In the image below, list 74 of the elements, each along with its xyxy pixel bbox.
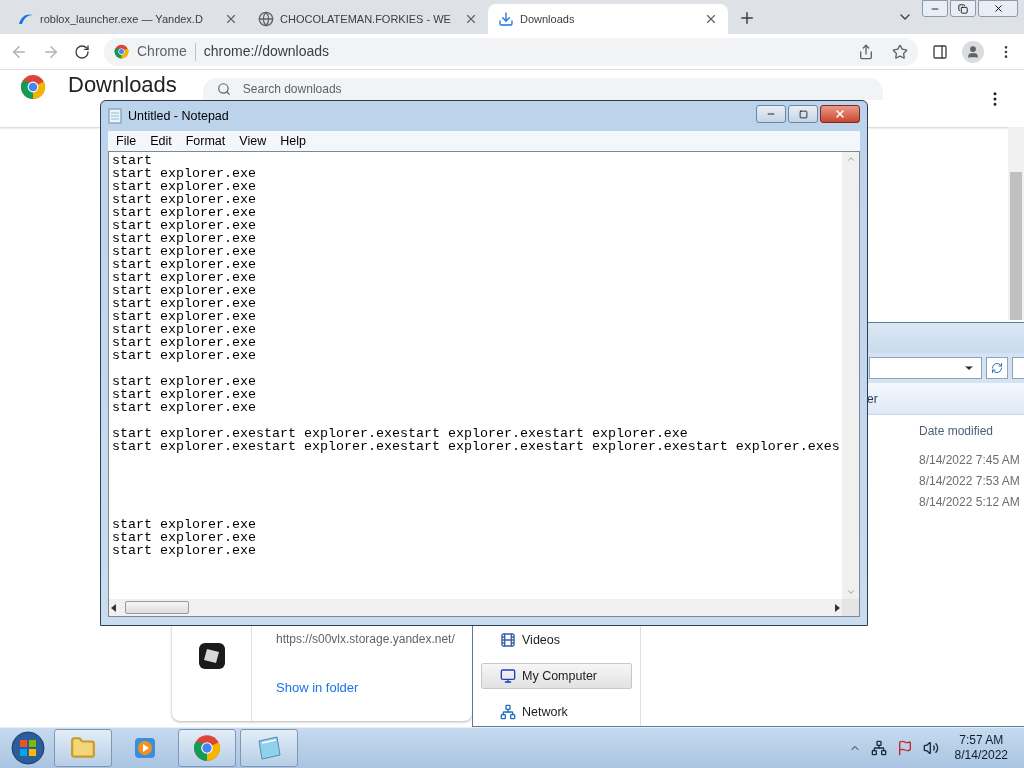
chrome-icon [193,734,221,762]
search-field[interactable]: Search downloads [202,78,883,100]
scroll-right-icon[interactable] [834,603,840,612]
windows-logo-icon [11,731,45,765]
volume-icon[interactable] [922,740,939,756]
window-title: Untitled - Notepad [128,107,229,125]
restore-icon [958,3,968,14]
flag-icon[interactable] [896,740,913,756]
menu-item[interactable]: View [233,131,273,151]
roblox-icon [198,643,225,669]
bookmark-icon[interactable] [892,43,908,60]
notepad-icon [255,735,283,761]
side-panel-icon[interactable] [932,43,948,60]
scrollbar-thumb[interactable] [125,601,189,614]
browser-tab[interactable]: CHOCOLATEMAN.FORKIES - WE [248,4,488,34]
page-title: Downloads [68,74,177,96]
address-bar[interactable]: Chrome chrome://downloads [104,37,918,66]
chrome-logo-icon [114,44,129,59]
nav-item[interactable]: Network [481,699,632,725]
taskbar-app-button[interactable] [178,729,236,767]
show-in-folder-link[interactable]: Show in folder [276,677,359,697]
browser-tab[interactable]: roblox_launcher.exe — Yandex.D [8,4,248,34]
date-cell-text: 8/14/2022 7:45 AM [919,451,1021,469]
nav-item[interactable]: My Computer [481,663,632,689]
download-icon [498,11,514,27]
nav-item[interactable]: Videos [481,627,632,653]
scrollbar-corner [842,599,859,616]
refresh-button[interactable] [985,357,1009,379]
minimize-button[interactable] [756,105,786,123]
close-icon[interactable] [704,12,718,26]
toolbar-label[interactable]: er [867,389,878,408]
browser-tab[interactable]: Downloads [488,4,728,34]
network-icon[interactable] [870,740,887,756]
refresh-icon [990,362,1003,374]
share-icon[interactable] [858,43,874,60]
menu-item[interactable]: File [110,131,143,151]
notepad-icon [108,108,122,124]
close-button[interactable] [820,105,860,123]
close-icon [834,108,846,120]
scrollbar[interactable] [1008,127,1024,320]
scroll-left-icon[interactable] [111,603,117,612]
tab-title: roblox_launcher.exe — Yandex.D [40,11,203,27]
swoosh-icon [18,13,34,25]
menu-item[interactable]: Help [274,131,312,151]
close-icon[interactable] [224,12,238,26]
date-cell-text: 8/14/2022 5:12 AM [919,493,1021,511]
restore-button[interactable] [950,0,976,17]
column-header[interactable]: Date modified [919,421,1024,441]
tab-title: CHOCOLATEMAN.FORKIES - WE [280,11,451,27]
maximize-icon [798,109,808,119]
profile-avatar[interactable] [962,40,984,63]
address-field[interactable] [869,357,982,379]
network-icon [500,704,516,720]
clock[interactable]: 7:57 AM 8/14/2022 [954,733,1008,763]
scrollbar-thumb[interactable] [1010,172,1022,320]
monitor-icon [500,668,516,684]
close-icon [992,3,1004,14]
search-icon [216,82,231,96]
close-icon[interactable] [464,12,478,26]
horizontal-scrollbar[interactable] [109,599,842,616]
new-tab-icon[interactable] [738,9,756,27]
tab-title: Downloads [520,11,575,27]
folder-icon [70,735,96,761]
download-url: https://s00vlx.storage.yandex.net/ [276,630,455,648]
menu-item[interactable]: Format [179,131,232,151]
maximize-button[interactable] [788,105,818,123]
reload-icon[interactable] [74,43,90,60]
play-icon [133,736,157,760]
menu-item[interactable]: Edit [144,131,178,151]
taskbar-app-button[interactable] [240,729,298,767]
film-icon [500,632,516,648]
globe-icon [258,11,274,27]
chrome-logo-icon [20,74,46,100]
date-cell-text: 8/14/2022 7:53 AM [919,472,1021,490]
